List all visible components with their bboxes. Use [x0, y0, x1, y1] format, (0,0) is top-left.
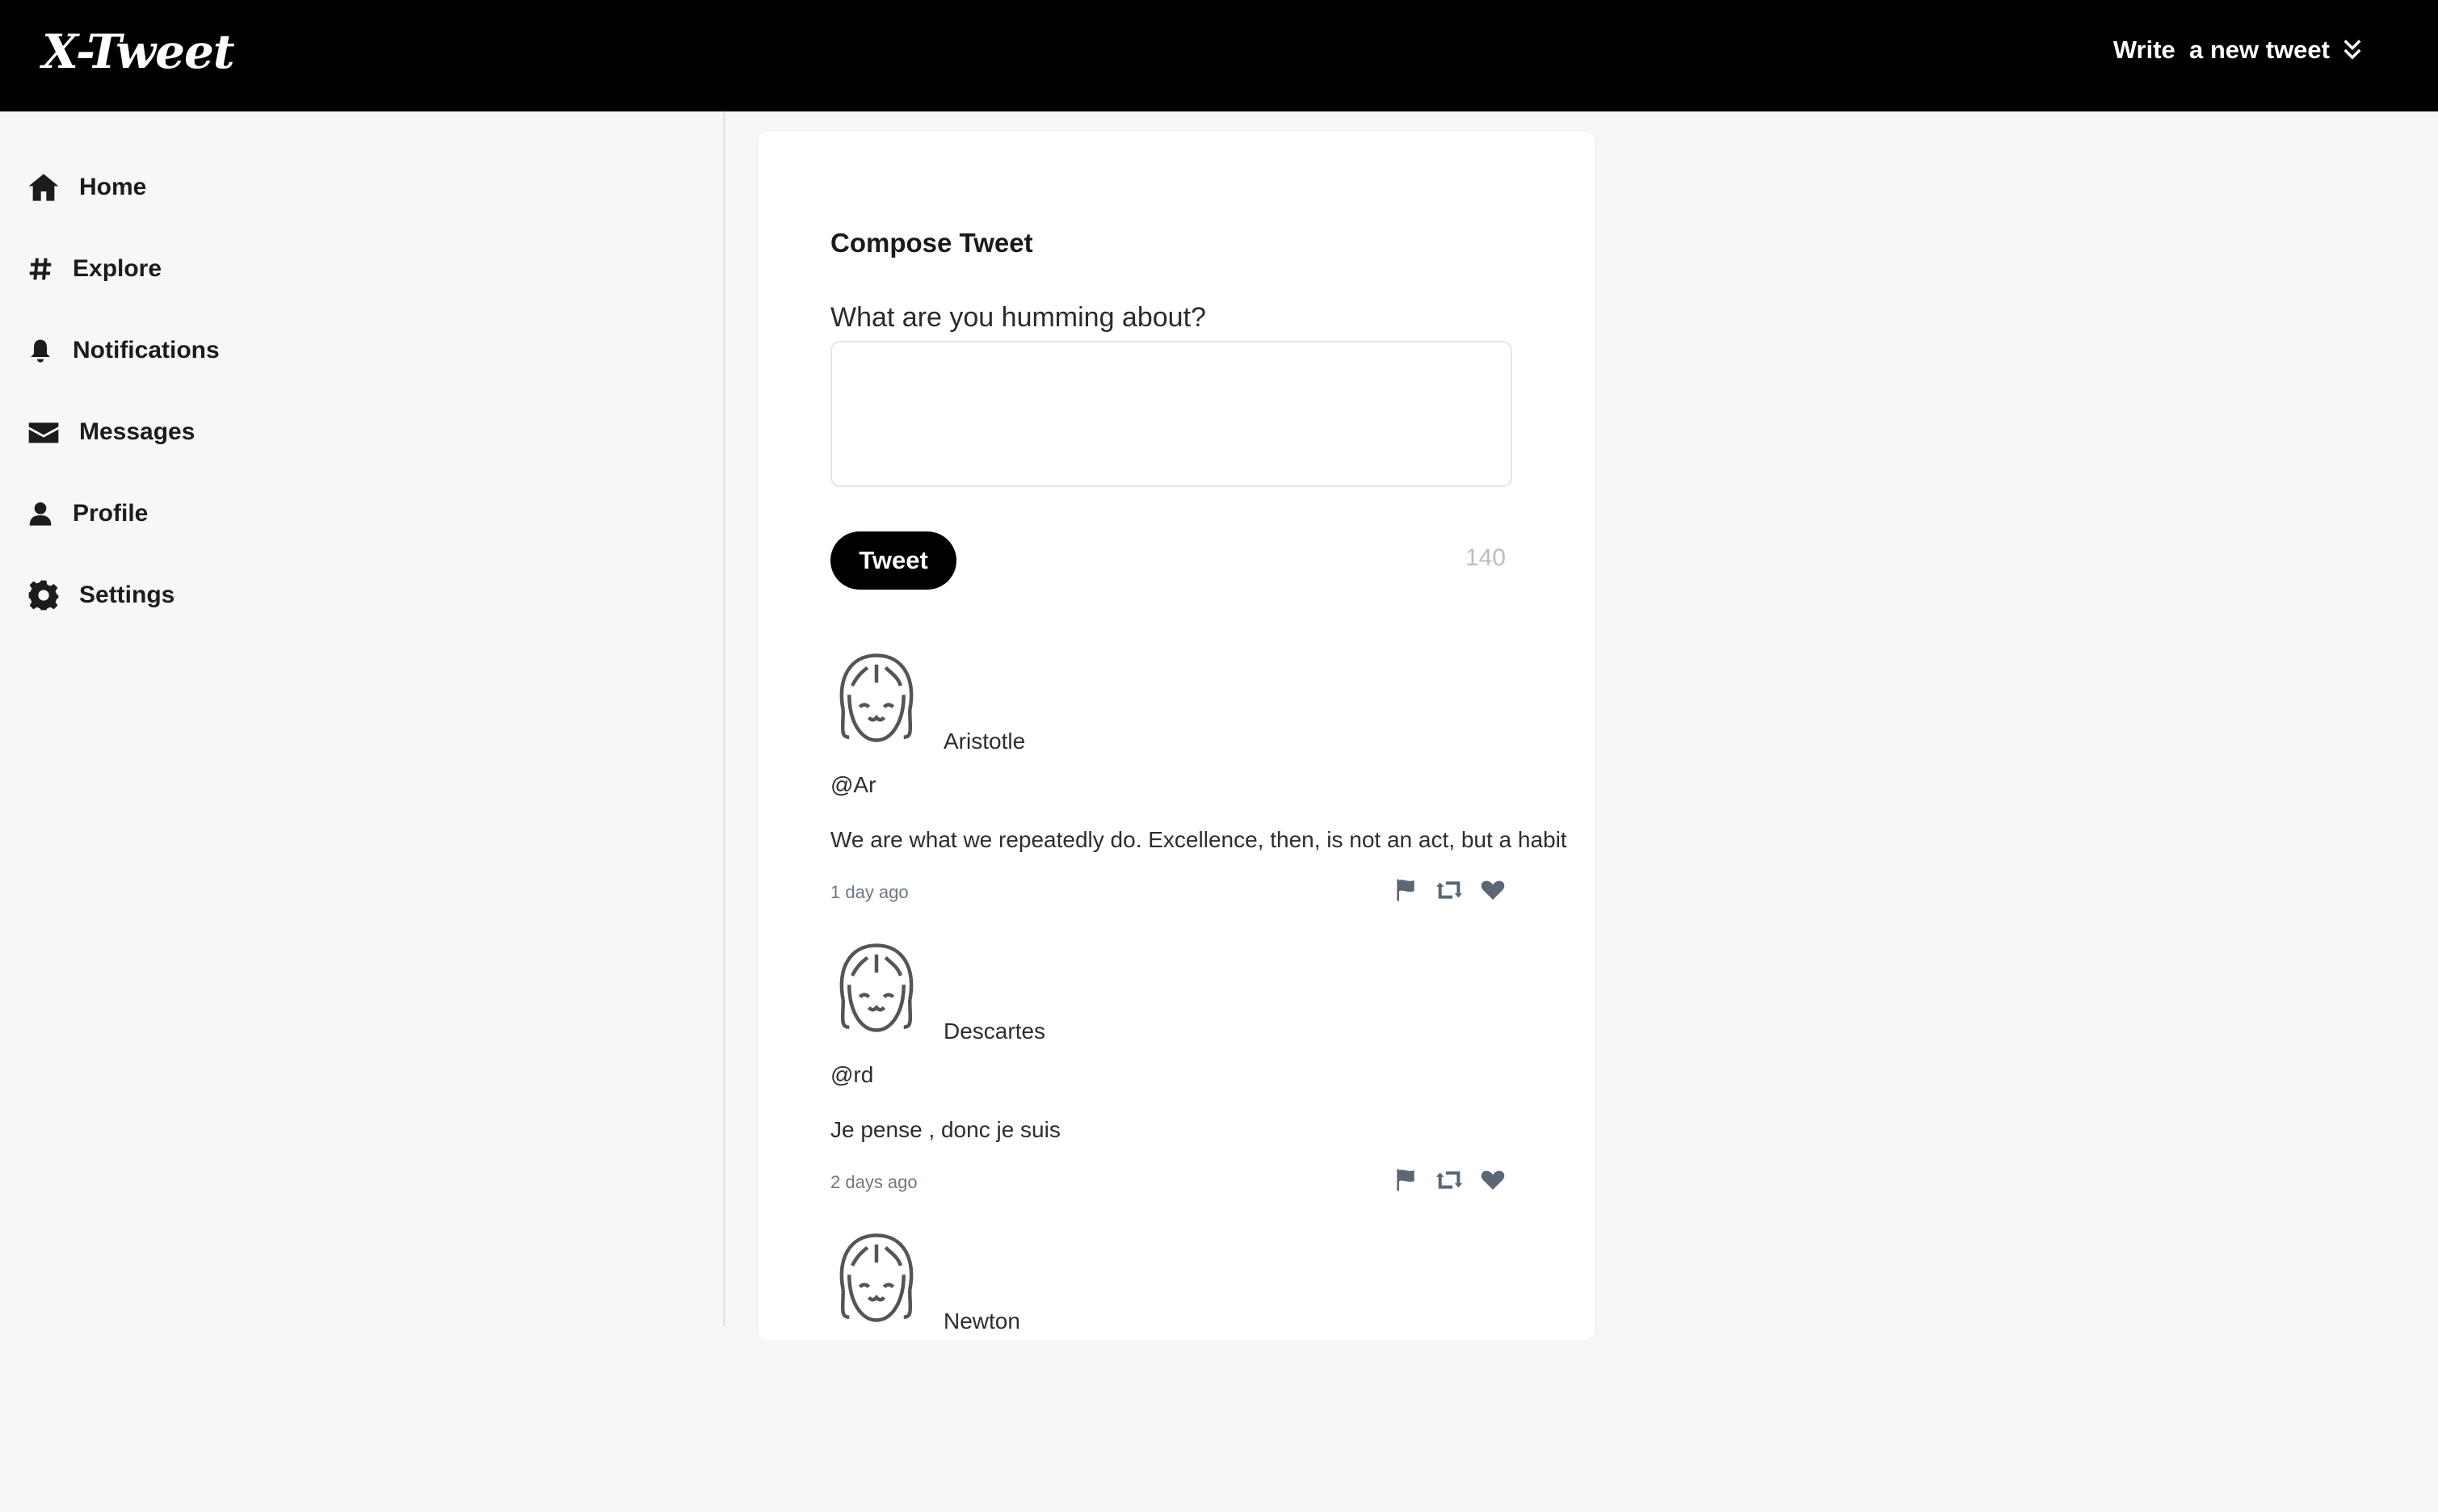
tweet-handle[interactable]: @rd [830, 1062, 873, 1088]
retweet-icon[interactable] [1436, 877, 1462, 903]
sidebar-item-messages[interactable]: Messages [27, 416, 195, 448]
compose-input[interactable] [830, 341, 1512, 487]
avatar[interactable] [830, 939, 923, 1036]
tweet-item: Newton [830, 1229, 1512, 1512]
tweet-button[interactable]: Tweet [830, 531, 956, 590]
bell-icon [31, 339, 50, 363]
app-logo[interactable]: X-Tweet [42, 24, 235, 79]
tweet-text: We are what we repeatedly do. Excellence… [830, 827, 1567, 852]
tweet-author[interactable]: Aristotle [944, 729, 1025, 754]
sidebar-item-home[interactable]: Home [27, 171, 146, 204]
flag-icon[interactable] [1393, 877, 1419, 903]
sidebar-item-settings[interactable]: Settings [27, 579, 174, 611]
tweet-author[interactable]: Descartes [944, 1018, 1045, 1044]
envelope-icon [28, 422, 59, 443]
sidebar-item-label: Settings [79, 582, 175, 608]
sidebar-item-explore[interactable]: Explore [27, 253, 162, 285]
write-new-tweet-label: Write a new tweet [2112, 36, 2330, 64]
hashtag-icon [29, 258, 52, 280]
double-chevron-down-icon [2343, 40, 2361, 60]
sidebar-item-notifications[interactable]: Notifications [27, 334, 220, 367]
tweet-text: Je pense , donc je suis [830, 1117, 1061, 1142]
compose-label: What are you humming about? [830, 302, 1206, 333]
char-count: 140 [1465, 544, 1506, 571]
flag-icon[interactable] [1393, 1167, 1419, 1193]
tweet-actions [1393, 1167, 1506, 1193]
sidebar-item-label: Profile [73, 500, 149, 527]
retweet-icon[interactable] [1436, 1167, 1462, 1193]
tweet-handle[interactable]: @Ar [830, 772, 876, 798]
compose-title: Compose Tweet [830, 228, 1033, 258]
sidebar-item-label: Notifications [73, 337, 220, 363]
tweet-timestamp: 1 day ago [830, 882, 909, 902]
tweet-actions [1393, 877, 1506, 903]
gear-icon [28, 580, 59, 611]
sidebar-item-label: Home [79, 174, 147, 200]
write-new-tweet-button[interactable]: Write a new tweet [2113, 36, 2364, 65]
sidebar-item-profile[interactable]: Profile [27, 498, 148, 530]
sidebar-item-label: Messages [79, 418, 195, 445]
heart-icon[interactable] [1480, 877, 1506, 903]
main-feed-card: Compose Tweet What are you humming about… [757, 130, 1595, 1342]
sidebar: Home Explore Notifications Messages Prof… [0, 111, 725, 1326]
avatar[interactable] [830, 649, 923, 746]
avatar[interactable] [830, 1229, 923, 1326]
home-icon [28, 174, 59, 201]
user-icon [29, 502, 52, 526]
sidebar-item-label: Explore [73, 255, 162, 282]
tweet-item: Descartes @rd Je pense , donc je suis 2 … [830, 939, 1512, 1222]
heart-icon[interactable] [1480, 1167, 1506, 1193]
tweet-item: Aristotle @Ar We are what we repeatedly … [830, 649, 1567, 932]
tweet-author[interactable]: Newton [944, 1308, 1020, 1334]
tweet-timestamp: 2 days ago [830, 1172, 918, 1192]
top-bar: X-Tweet Write a new tweet [0, 0, 2438, 111]
